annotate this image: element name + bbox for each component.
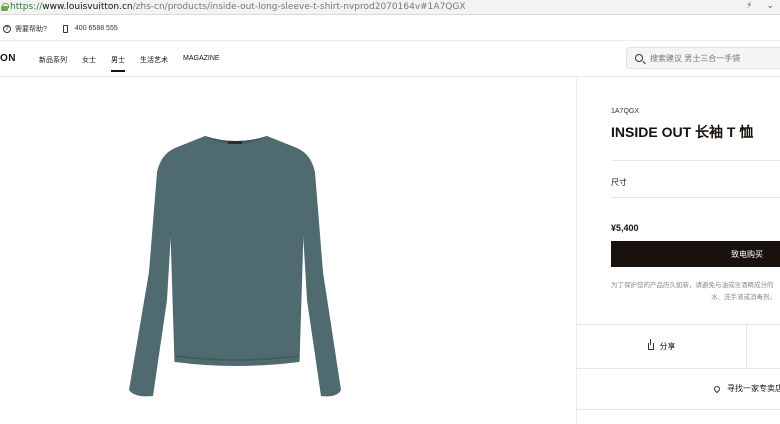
utility-bar: ? 需要帮助? 400 6588 555 [0,17,780,41]
product-image[interactable] [0,78,576,424]
divider [577,368,780,369]
lightning-icon[interactable]: ⚡ [746,1,752,11]
call-to-buy-button[interactable]: 致电购买 [611,241,780,267]
search-box[interactable] [626,47,780,69]
find-store-link[interactable]: 寻找一家专卖店 [712,383,780,394]
url-host: www.louisvuitton.cn [42,2,133,12]
search-input[interactable] [650,53,780,63]
product-sku: 1A7QGX [611,108,640,115]
url-scheme: https:// [10,2,43,12]
find-store-label: 寻找一家专卖店 [727,384,780,393]
nav-item-magazine[interactable]: MAGAZINE [183,55,220,65]
divider [611,197,780,198]
product-price: ¥5,400 [611,223,639,233]
sweater-label [228,141,242,144]
care-note-line1: 为了保护您的产品历久如新，请避免与油或含酒精成分的 [611,282,774,289]
address-bar[interactable]: https://www.louisvuitton.cn/zhs-cn/produ… [0,0,780,15]
product-title: INSIDE OUT 长袖 T 恤 [611,124,754,140]
search-icon [635,54,643,62]
chevron-down-icon[interactable]: ⌄ [766,1,774,11]
phone-icon [62,24,68,33]
phone-number: 400 6588 555 [74,25,118,32]
nav-item-new[interactable]: 新品系列 [39,55,67,65]
product-info-panel: 1A7QGX INSIDE OUT 长袖 T 恤 尺寸 ¥5,400 致电购买 … [576,78,780,424]
help-label: 需要帮助? [15,25,47,33]
nav-links: 新品系列 女士 男士 生活艺术 MAGAZINE [39,55,235,72]
nav-item-women[interactable]: 女士 [82,55,96,65]
nav-item-men[interactable]: 男士 [111,55,125,72]
main-nav: ON 新品系列 女士 男士 生活艺术 MAGAZINE [0,41,780,77]
help-link[interactable]: ? 需要帮助? [3,24,47,34]
care-note: 为了保护您的产品历久如新，请避免与油或含酒精成分的 水、洗手液或消毒剂。 [611,280,780,304]
share-label: 分享 [659,342,676,351]
share-icon [647,339,654,350]
divider [611,160,780,161]
address-bar-icons: ⚡ ⌄ [746,1,774,11]
sweater-image [129,136,341,397]
nav-item-living[interactable]: 生活艺术 [140,55,168,65]
care-note-line2: 水、洗手液或消毒剂。 [711,294,776,301]
location-pin-icon [712,384,722,393]
logo[interactable]: ON [0,53,16,64]
divider [577,409,780,410]
size-selector[interactable]: 尺寸 [611,177,627,188]
url-path: /zhs-cn/products/inside-out-long-sleeve-… [132,2,466,12]
question-icon: ? [3,24,11,33]
lock-icon [1,3,9,11]
share-button[interactable]: 分享 [577,325,747,368]
phone-link[interactable]: 400 6588 555 [62,24,118,33]
sweater-body [129,136,341,397]
